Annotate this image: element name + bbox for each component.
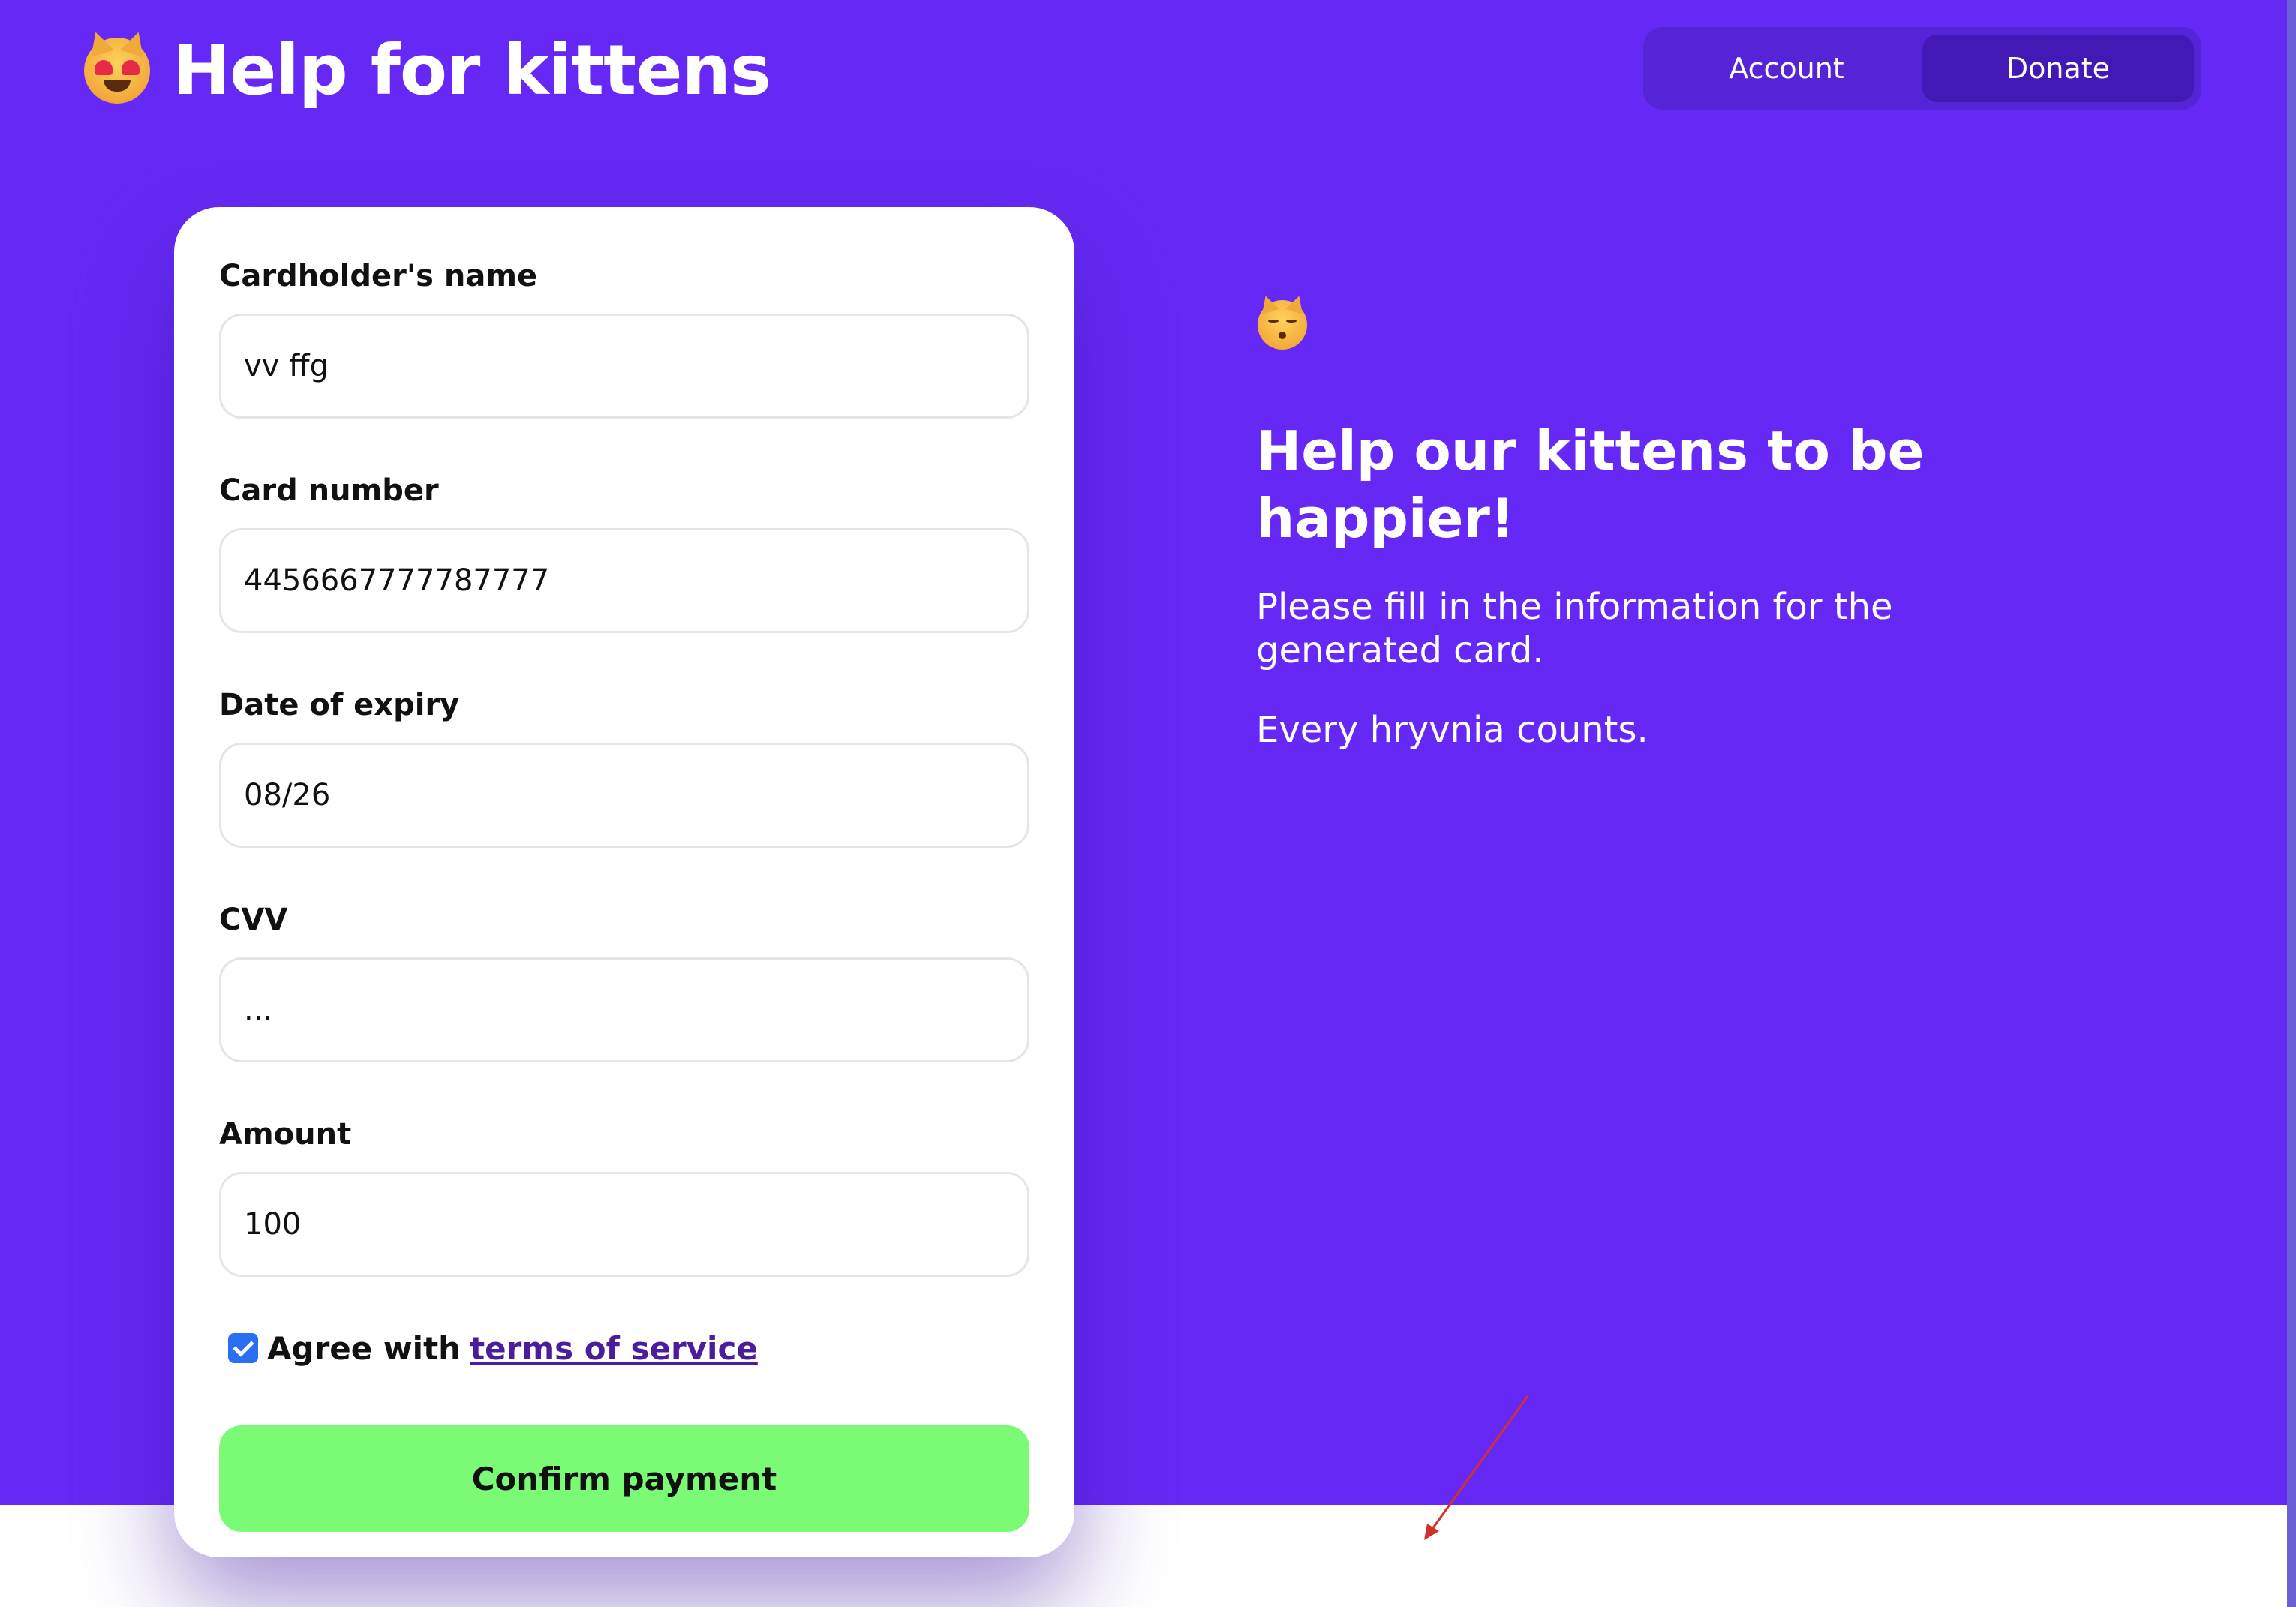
kiss-lips xyxy=(1279,332,1286,339)
confirm-payment-button[interactable]: Confirm payment xyxy=(219,1425,1029,1532)
terms-of-service-link[interactable]: terms of service xyxy=(470,1330,758,1367)
card-number-input[interactable] xyxy=(219,528,1029,633)
window-edge xyxy=(2287,0,2296,1607)
expiry-date-label: Date of expiry xyxy=(219,688,460,722)
terms-agreement: Agree with terms of service xyxy=(219,1322,1029,1374)
promo-section: Help our kittens to be happier! Please f… xyxy=(1256,293,1931,752)
agree-text: Agree with xyxy=(267,1329,461,1367)
heart-eye-left xyxy=(95,59,113,75)
agree-terms-checkbox[interactable] xyxy=(228,1333,258,1363)
cardholder-name-label: Cardholder's name xyxy=(219,259,538,293)
closed-eye-right xyxy=(1286,320,1297,323)
cat-ear-right xyxy=(120,28,150,57)
promo-heading: Help our kittens to be happier! xyxy=(1256,419,1925,550)
amount-input[interactable] xyxy=(219,1172,1029,1277)
card-number-label: Card number xyxy=(219,473,439,508)
cvv-input[interactable] xyxy=(219,957,1029,1062)
kissing-cat-icon xyxy=(1257,293,1308,350)
brand[interactable]: Help for kittens xyxy=(84,28,771,110)
cat-mouth xyxy=(104,79,131,92)
cvv-label: CVV xyxy=(219,903,288,937)
promo-paragraph-1: Please fill in the information for the g… xyxy=(1256,586,1893,671)
cardholder-name-input[interactable] xyxy=(219,314,1029,419)
closed-eye-left xyxy=(1268,320,1279,323)
nav-account-link[interactable]: Account xyxy=(1651,35,1922,102)
amount-label: Amount xyxy=(219,1117,352,1152)
promo-paragraph-2: Every hryvnia counts. xyxy=(1256,709,1648,751)
heart-eyes-cat-icon xyxy=(84,28,150,104)
annotation-arrow-icon xyxy=(1424,1395,1529,1540)
expiry-date-input[interactable] xyxy=(219,743,1029,848)
heart-eye-right xyxy=(122,59,140,75)
payment-form-card: Cardholder's name Card number Date of ex… xyxy=(174,207,1074,1557)
site-title: Help for kittens xyxy=(173,30,771,110)
top-nav: Account Donate xyxy=(1643,27,2201,110)
cat-ear-left xyxy=(84,28,114,57)
nav-donate-link[interactable]: Donate xyxy=(1922,35,2194,102)
